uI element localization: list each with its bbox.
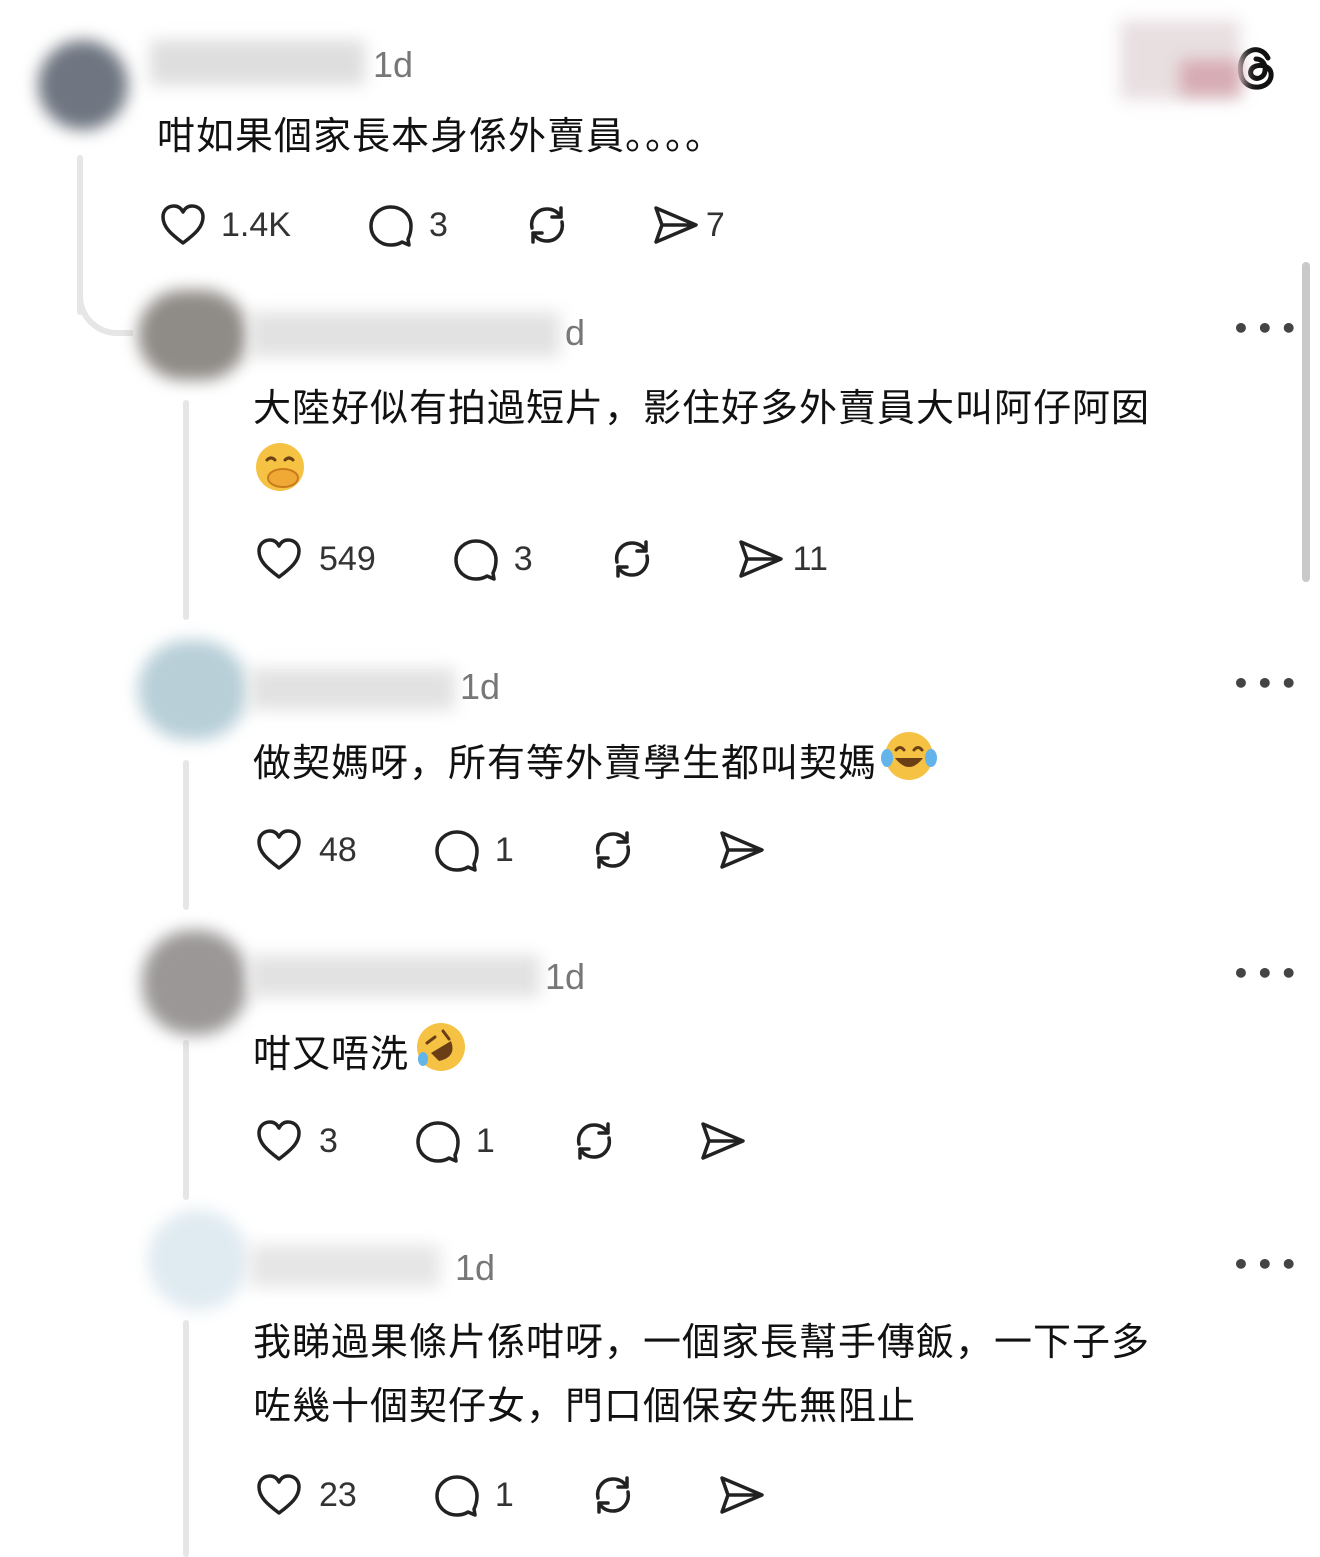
repost-icon: [595, 831, 630, 869]
repost-icon: [595, 1476, 630, 1514]
like-count: 48: [319, 830, 357, 869]
thread-line: [183, 400, 189, 620]
like-count: 3: [319, 1121, 338, 1160]
share-button[interactable]: [714, 1468, 768, 1522]
username-redacted[interactable]: [250, 955, 540, 997]
rolling-on-floor-laughing-icon: [413, 1019, 469, 1094]
thread-line: [183, 760, 189, 910]
username-redacted[interactable]: [250, 312, 560, 357]
username-redacted[interactable]: [250, 668, 455, 710]
repost-icon: [529, 206, 564, 244]
like-button[interactable]: 1.4K: [157, 199, 291, 251]
share-button[interactable]: 11: [733, 532, 828, 586]
post-time: 1d: [545, 956, 586, 997]
username-redacted[interactable]: [150, 40, 365, 85]
reply-count: 1: [494, 830, 514, 869]
reply-button[interactable]: 3: [450, 533, 533, 585]
more-options-button[interactable]: •••: [1232, 957, 1304, 990]
face-with-hand-over-mouth-icon: [253, 440, 307, 513]
like-button[interactable]: 549: [253, 533, 376, 585]
post-text-line: 咁又唔洗: [253, 1032, 410, 1076]
avatar[interactable]: [148, 1210, 248, 1310]
reply-button[interactable]: 3: [365, 199, 448, 251]
reply-count: 3: [513, 539, 533, 578]
send-icon: [654, 206, 698, 244]
like-button[interactable]: 3: [253, 1115, 338, 1167]
repost-button[interactable]: [567, 1114, 621, 1168]
redacted-region: [1180, 60, 1240, 95]
username-redacted[interactable]: [250, 1245, 440, 1287]
repost-icon: [576, 1122, 611, 1160]
post-text: 大陸好似有拍過短片，影住好多外賣員大叫阿仔阿囡: [253, 376, 1293, 513]
send-icon: [701, 1122, 745, 1160]
post-text-line: 我睇過果條片係咁呀，一個家長幫手傳飯，一下子多: [253, 1320, 1151, 1364]
share-button[interactable]: 7: [648, 198, 725, 252]
repost-button[interactable]: [605, 532, 659, 586]
thread-line: [183, 1040, 189, 1200]
post-time: 1d: [455, 1247, 496, 1288]
action-bar: 3 1: [253, 1114, 749, 1168]
comment-icon: [435, 1475, 479, 1517]
avatar[interactable]: [38, 40, 128, 130]
heart-icon: [257, 1474, 301, 1515]
post-time: d: [565, 312, 586, 353]
more-options-button[interactable]: •••: [1232, 1248, 1304, 1281]
comment-icon: [453, 539, 498, 581]
repost-button[interactable]: [586, 823, 640, 877]
post-text-line: 做契媽呀，所有等外賣學生都叫契媽: [253, 741, 878, 785]
post-time: 1d: [460, 666, 501, 707]
post-text: 咁又唔洗: [253, 1019, 1293, 1094]
reply-count: 3: [428, 205, 448, 244]
thread-line: [183, 1320, 189, 1557]
avatar[interactable]: [138, 290, 248, 380]
face-with-tears-of-joy-icon: [879, 728, 939, 803]
like-count: 23: [319, 1475, 357, 1514]
share-count: 11: [792, 539, 828, 578]
post-text-line: 咗幾十個契仔女，門口個保安先無阻止: [253, 1384, 917, 1428]
reply-count: 1: [475, 1121, 495, 1160]
post-text: 咁如果個家長本身係外賣員。。。。: [157, 114, 725, 158]
repost-button[interactable]: [520, 198, 574, 252]
action-bar: 23 1: [253, 1468, 768, 1522]
action-bar: 1.4K 3 7: [157, 198, 725, 252]
reply-button[interactable]: 1: [431, 1469, 514, 1521]
more-options-button[interactable]: •••: [1232, 667, 1304, 700]
heart-icon: [257, 538, 301, 579]
avatar[interactable]: [142, 930, 248, 1035]
send-icon: [738, 540, 783, 578]
heart-icon: [257, 1120, 301, 1161]
reply-button[interactable]: 1: [431, 824, 514, 876]
post-time: 1d: [373, 44, 414, 85]
heart-icon: [257, 829, 301, 870]
thread-curve: [77, 270, 133, 336]
reply-count: 1: [494, 1475, 514, 1514]
action-bar: 48 1: [253, 823, 768, 877]
share-button[interactable]: [714, 823, 768, 877]
more-options-button[interactable]: •••: [1232, 312, 1304, 345]
comment-icon: [416, 1121, 460, 1163]
like-button[interactable]: 48: [253, 824, 357, 876]
send-icon: [720, 831, 764, 869]
like-button[interactable]: 23: [253, 1469, 357, 1521]
post-text: 我睇過果條片係咁呀，一個家長幫手傳飯，一下子多 咗幾十個契仔女，門口個保安先無阻…: [253, 1310, 1303, 1438]
like-count: 549: [319, 539, 376, 578]
repost-icon: [614, 540, 649, 578]
send-icon: [720, 1476, 764, 1514]
comment-icon: [369, 205, 413, 247]
comment-icon: [435, 830, 479, 872]
avatar[interactable]: [138, 640, 248, 740]
post-text: 做契媽呀，所有等外賣學生都叫契媽: [253, 728, 1293, 803]
repost-button[interactable]: [586, 1468, 640, 1522]
like-count: 1.4K: [221, 205, 291, 244]
post-text-line: 大陸好似有拍過短片，影住好多外賣員大叫阿仔阿囡: [253, 386, 1151, 430]
action-bar: 549 3 11: [253, 532, 828, 586]
share-count: 7: [705, 205, 725, 244]
reply-button[interactable]: 1: [412, 1115, 495, 1167]
share-button[interactable]: [695, 1114, 749, 1168]
heart-icon: [161, 204, 205, 245]
scrollbar[interactable]: [1302, 262, 1310, 582]
